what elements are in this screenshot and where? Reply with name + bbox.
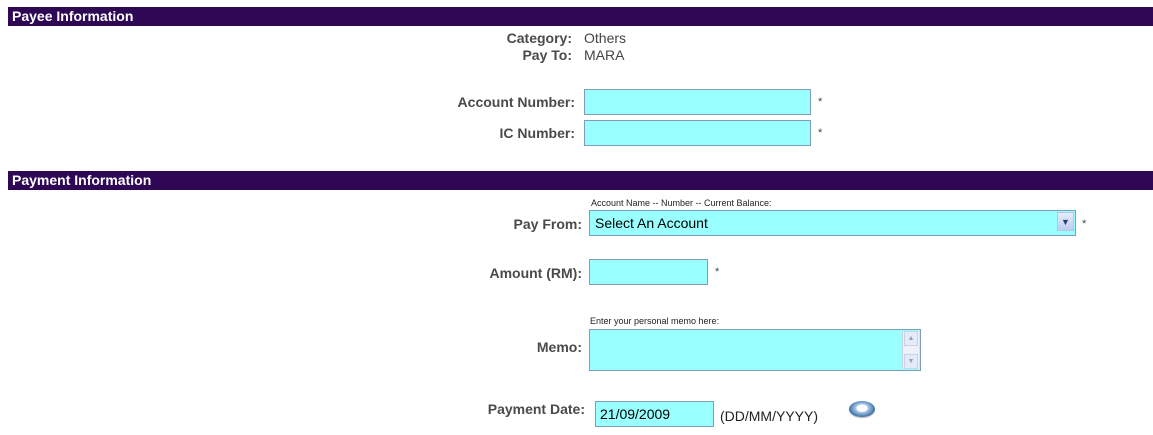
pay-from-required: *: [1082, 218, 1087, 230]
amount-label: Amount (RM):: [489, 265, 582, 281]
ic-number-input[interactable]: [584, 120, 811, 146]
payee-information-header: Payee Information: [8, 7, 1153, 26]
account-number-label: Account Number:: [457, 94, 575, 110]
calendar-icon[interactable]: [849, 401, 875, 417]
payment-date-label: Payment Date:: [487, 401, 585, 417]
pay-from-hint: Account Name -- Number -- Current Balanc…: [591, 198, 772, 208]
ic-number-label: IC Number:: [499, 125, 575, 141]
amount-required: *: [715, 266, 720, 278]
ic-number-required: *: [818, 127, 823, 139]
pay-from-selected-value: Select An Account: [595, 215, 708, 231]
scroll-up-icon[interactable]: ▲: [904, 331, 918, 346]
pay-to-label: Pay To:: [522, 47, 572, 63]
category-value: Others: [584, 30, 627, 46]
memo-textarea[interactable]: ▲ ▼: [589, 329, 921, 371]
scroll-down-icon[interactable]: ▼: [904, 354, 918, 369]
payment-date-input[interactable]: [595, 401, 714, 427]
pay-from-label: Pay From:: [513, 216, 582, 232]
account-number-required: *: [818, 96, 823, 108]
amount-input[interactable]: [589, 259, 708, 285]
payment-information-header: Payment Information: [8, 171, 1153, 190]
payment-form: Payee Information Category: Others Pay T…: [0, 0, 1153, 435]
chevron-down-icon[interactable]: ▼: [1057, 212, 1074, 231]
account-number-input[interactable]: [584, 89, 811, 115]
pay-to-value: MARA: [584, 47, 625, 63]
date-format-hint: (DD/MM/YYYY): [720, 408, 818, 424]
pay-from-select[interactable]: Select An Account ▼: [589, 210, 1076, 236]
memo-scrollbar[interactable]: ▲ ▼: [902, 331, 919, 369]
memo-hint: Enter your personal memo here:: [590, 316, 720, 326]
category-label: Category:: [506, 30, 572, 46]
memo-label: Memo:: [536, 339, 582, 355]
